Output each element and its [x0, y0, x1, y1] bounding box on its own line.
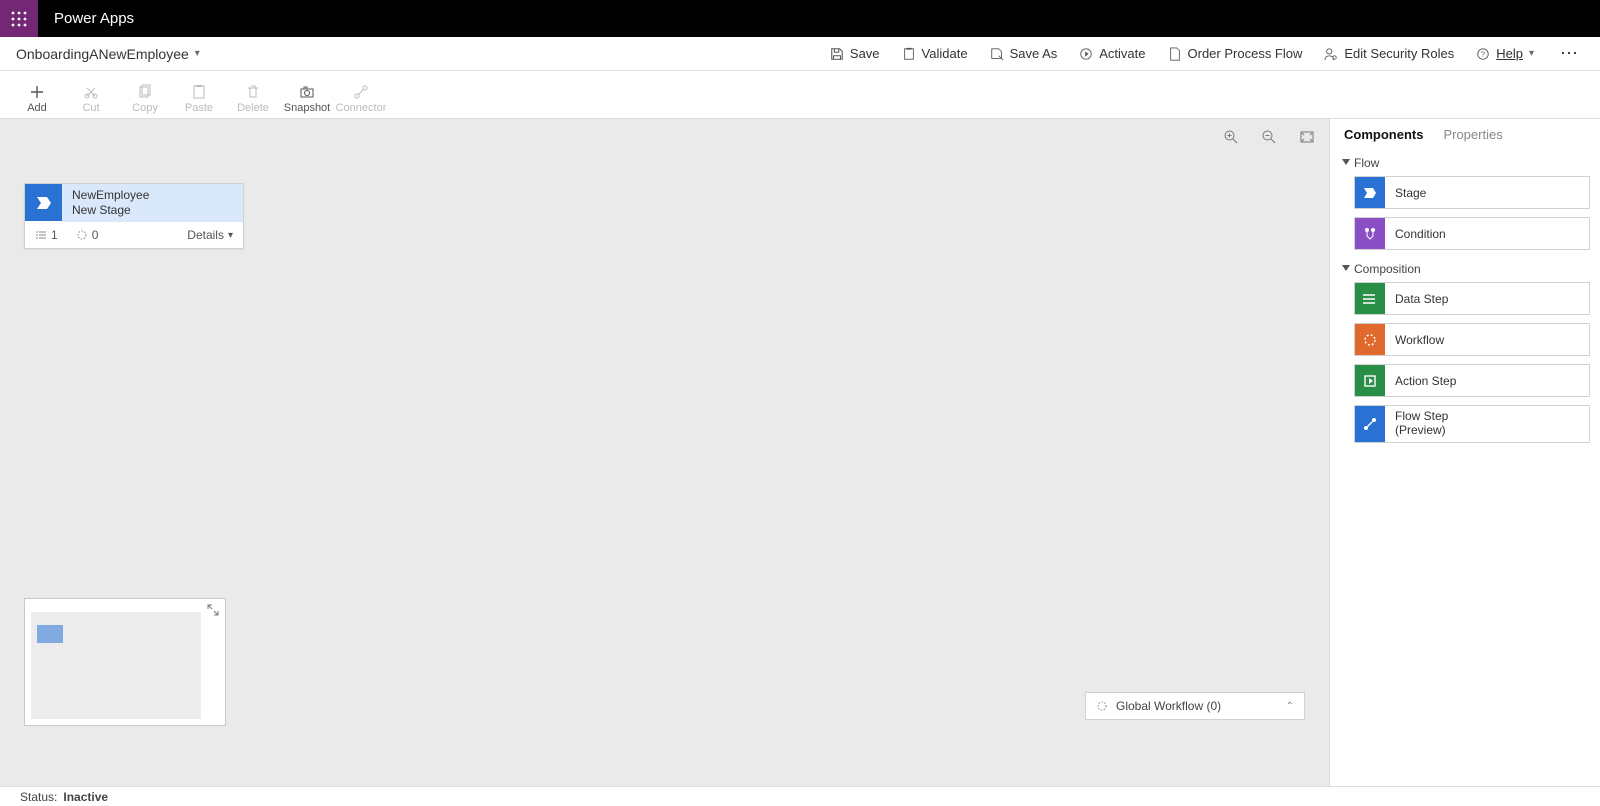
list-icon [35, 229, 47, 241]
section-header-flow[interactable]: Flow [1340, 152, 1590, 176]
component-workflow[interactable]: Workflow [1354, 323, 1590, 356]
more-commands-button[interactable]: ⋯ [1556, 43, 1584, 64]
stage-details-toggle[interactable]: Details ▾ [187, 228, 233, 242]
validate-button[interactable]: Validate [902, 46, 968, 61]
fit-screen-icon [1299, 129, 1315, 145]
paste-button[interactable]: Paste [172, 84, 226, 116]
stage-icon [1355, 177, 1385, 208]
minimap[interactable] [24, 598, 226, 726]
edit-security-roles-button[interactable]: Edit Security Roles [1324, 46, 1454, 61]
command-bar: OnboardingANewEmployee ▾ Save Validate S… [0, 37, 1600, 71]
minimap-stage-marker [37, 625, 63, 643]
flow-step-icon [1355, 406, 1385, 442]
snapshot-button[interactable]: Snapshot [280, 84, 334, 116]
svg-text:?: ? [1481, 51, 1485, 58]
chevron-up-icon: ⌃ [1286, 701, 1294, 712]
component-stage[interactable]: Stage [1354, 176, 1590, 209]
stage-chevron-icon [25, 184, 62, 221]
status-label: Status: [20, 790, 57, 804]
workflow-icon [1096, 700, 1108, 712]
collapse-triangle-icon [1342, 159, 1350, 167]
app-header: Power Apps [0, 0, 1600, 37]
scissors-icon [83, 84, 99, 100]
tab-components[interactable]: Components [1344, 127, 1423, 142]
save-as-button[interactable]: Save As [990, 46, 1058, 61]
plus-icon [29, 84, 45, 100]
designer-canvas[interactable]: NewEmployee New Stage 1 0 Details ▾ [0, 119, 1329, 786]
activate-button[interactable]: Activate [1079, 46, 1145, 61]
component-flow-step[interactable]: Flow Step (Preview) [1354, 405, 1590, 443]
copy-icon [137, 84, 153, 100]
waffle-icon [11, 11, 27, 27]
connector-button[interactable]: Connector [334, 84, 388, 116]
section-header-composition[interactable]: Composition [1340, 258, 1590, 282]
save-button[interactable]: Save [830, 46, 880, 61]
security-icon [1324, 47, 1338, 61]
tab-properties[interactable]: Properties [1443, 127, 1502, 142]
status-bar: Status: Inactive [0, 786, 1600, 806]
zoom-out-button[interactable] [1261, 129, 1277, 150]
workflow-icon [76, 229, 88, 241]
chevron-down-icon: ▾ [228, 230, 233, 241]
component-data-step[interactable]: Data Step [1354, 282, 1590, 315]
status-value: Inactive [63, 790, 108, 804]
minimap-viewport [31, 612, 201, 719]
clipboard-icon [902, 47, 916, 61]
component-condition[interactable]: Condition [1354, 217, 1590, 250]
global-workflow-bar[interactable]: Global Workflow (0) ⌃ [1085, 692, 1305, 720]
collapse-triangle-icon [1342, 265, 1350, 273]
paste-icon [191, 84, 207, 100]
right-panel: Components Properties Flow Stage Conditi… [1329, 119, 1600, 786]
save-icon [830, 47, 844, 61]
flow-name-dropdown[interactable]: OnboardingANewEmployee ▾ [16, 46, 200, 62]
zoom-in-button[interactable] [1223, 129, 1239, 150]
chevron-down-icon: ▾ [1529, 48, 1534, 59]
delete-button[interactable]: Delete [226, 84, 280, 116]
component-action-step[interactable]: Action Step [1354, 364, 1590, 397]
data-step-icon [1355, 283, 1385, 314]
flow-name-label: OnboardingANewEmployee [16, 46, 189, 62]
trash-icon [245, 84, 261, 100]
minimap-expand-button[interactable] [207, 603, 219, 621]
app-name: Power Apps [38, 10, 150, 27]
expand-icon [207, 604, 219, 616]
app-launcher-button[interactable] [0, 0, 38, 37]
edit-toolbar: Add Cut Copy Paste Delete Snapshot Conne… [0, 71, 1600, 119]
camera-icon [299, 84, 315, 100]
fit-screen-button[interactable] [1299, 129, 1315, 150]
stage-subtitle: New Stage [72, 203, 233, 218]
activate-icon [1079, 47, 1093, 61]
workflow-component-icon [1355, 324, 1385, 355]
stage-node[interactable]: NewEmployee New Stage 1 0 Details ▾ [24, 183, 244, 249]
zoom-in-icon [1223, 129, 1239, 145]
copy-button[interactable]: Copy [118, 84, 172, 116]
cut-button[interactable]: Cut [64, 84, 118, 116]
document-icon [1168, 47, 1182, 61]
order-process-flow-button[interactable]: Order Process Flow [1168, 46, 1303, 61]
add-button[interactable]: Add [10, 84, 64, 116]
connector-icon [353, 84, 369, 100]
action-step-icon [1355, 365, 1385, 396]
condition-icon [1355, 218, 1385, 249]
stage-workflow-count: 0 [76, 228, 99, 242]
help-button[interactable]: ? Help ▾ [1476, 46, 1534, 61]
help-icon: ? [1476, 47, 1490, 61]
save-as-icon [990, 47, 1004, 61]
zoom-out-icon [1261, 129, 1277, 145]
chevron-down-icon: ▾ [195, 48, 200, 59]
stage-title: NewEmployee [72, 188, 233, 203]
stage-steps-count: 1 [35, 228, 58, 242]
